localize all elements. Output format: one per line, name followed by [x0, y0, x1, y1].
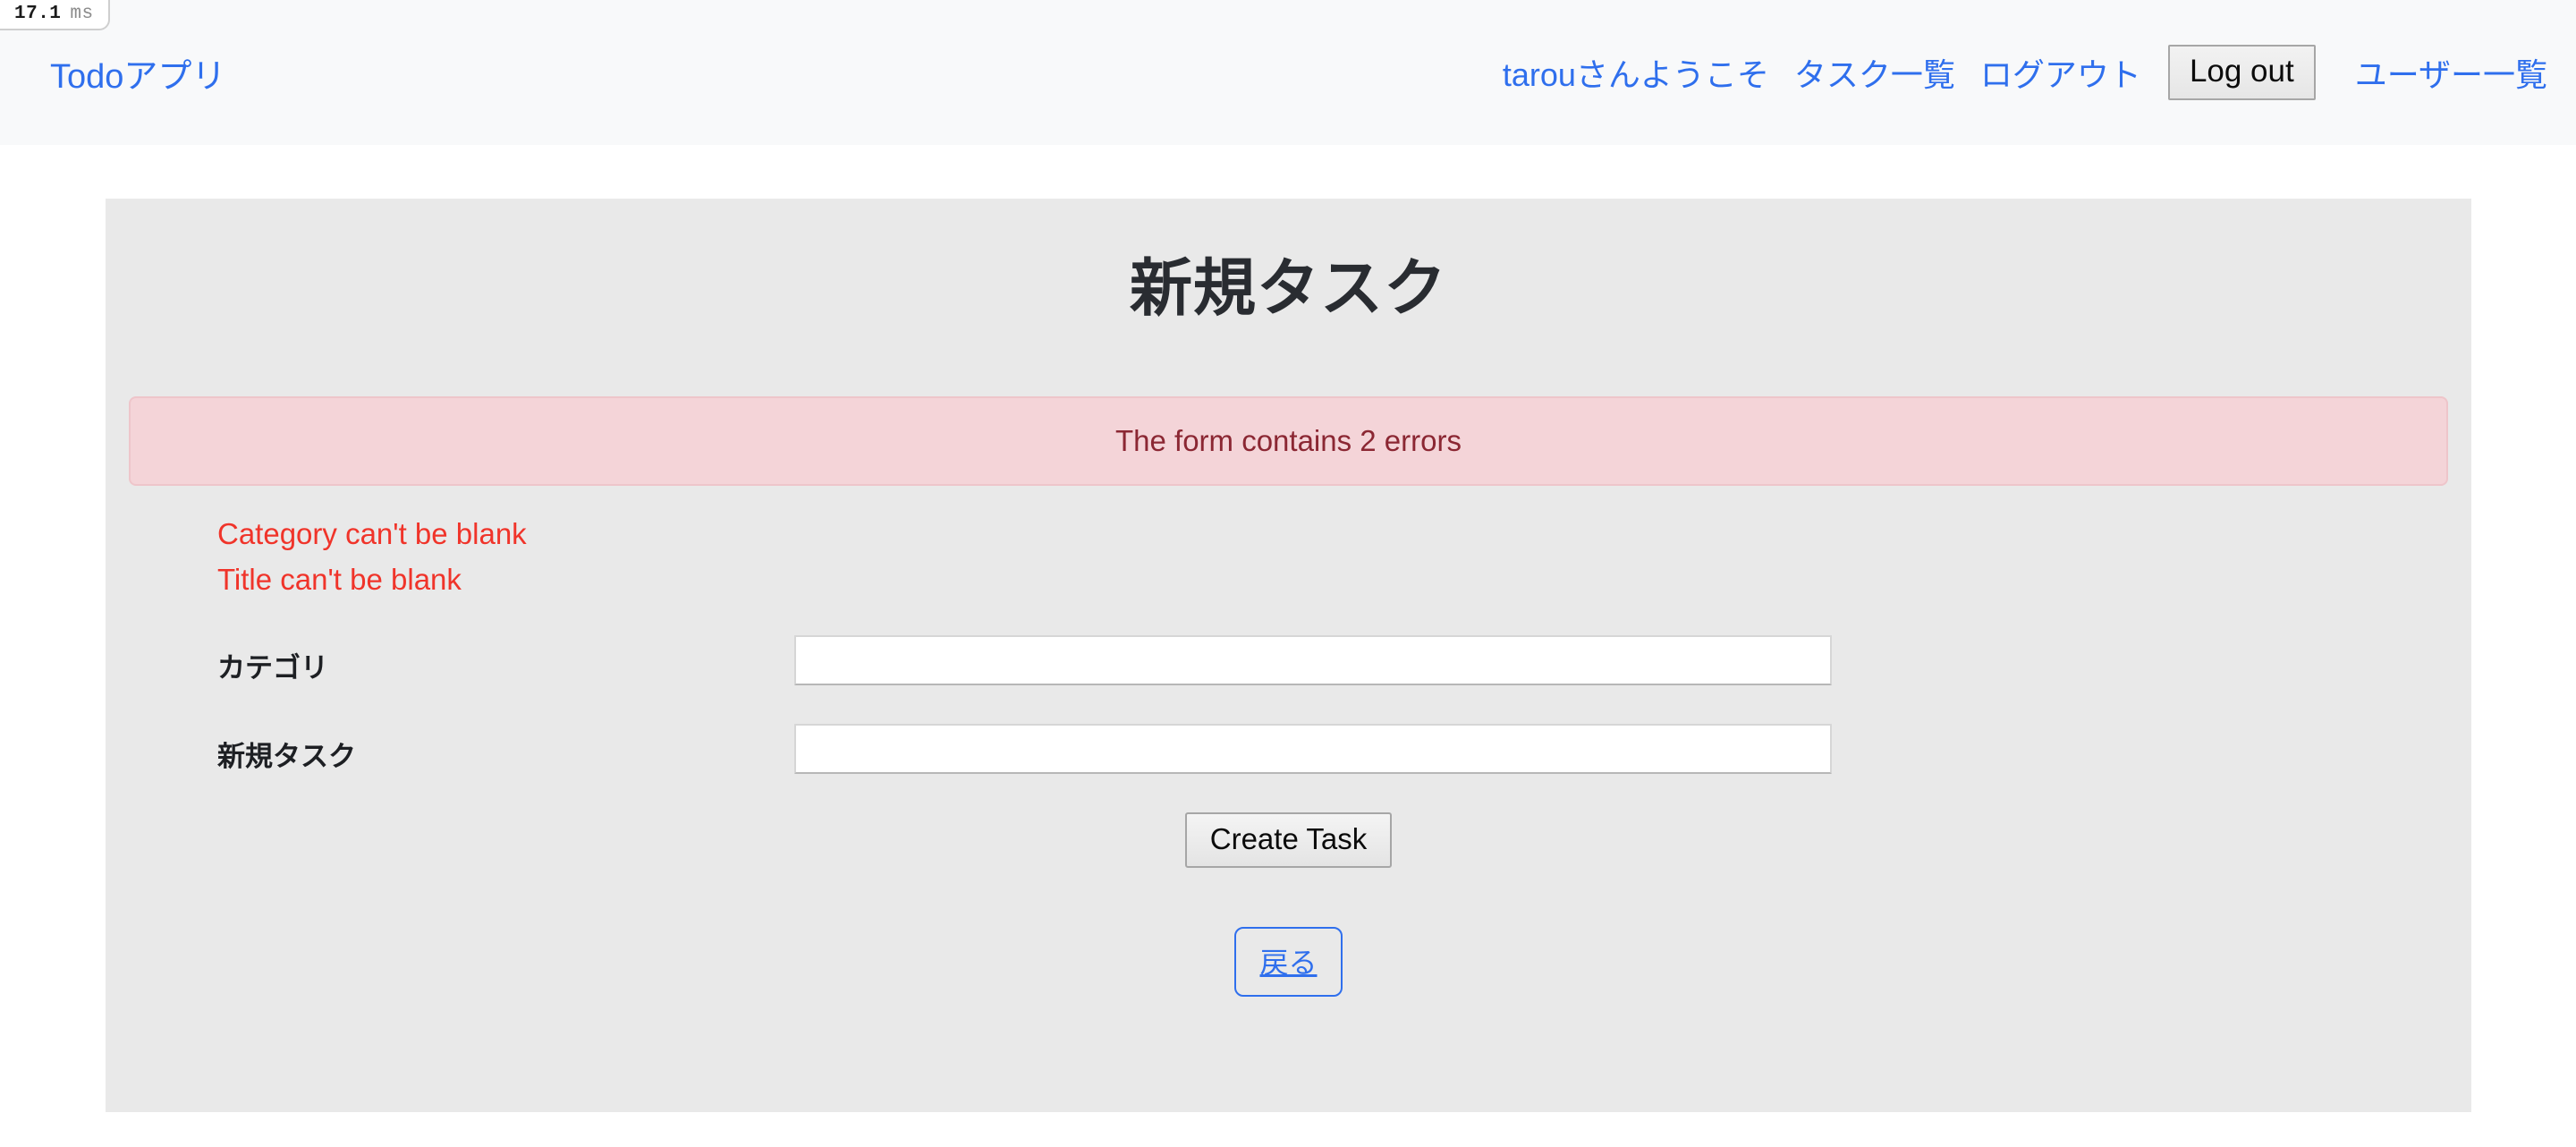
error-message-item: Category can't be blank — [217, 517, 527, 550]
title-input[interactable] — [794, 723, 1832, 774]
category-label: カテゴリ — [217, 651, 328, 684]
content-panel: 新規タスク The form contains 2 errors Categor… — [106, 199, 2471, 1112]
brand-link[interactable]: Todoアプリ — [50, 48, 225, 98]
page-body: 新規タスク The form contains 2 errors Categor… — [0, 145, 2576, 1147]
new-task-form: カテゴリ 新規タスク Create Task — [106, 634, 2471, 869]
form-row-category: カテゴリ — [106, 634, 2471, 685]
nav-link-logout[interactable]: ログアウト — [1980, 49, 2141, 96]
category-input[interactable] — [794, 634, 1832, 685]
submit-row: Create Task — [106, 811, 2471, 869]
navbar-links: tarouさんようこそ タスク一覧 ログアウト Log out ユーザー一覧 — [1503, 44, 2558, 101]
logout-button[interactable]: Log out — [2167, 44, 2316, 101]
performance-badge[interactable]: 17.1 ms — [0, 0, 110, 30]
navbar: Todoアプリ tarouさんようこそ タスク一覧 ログアウト Log out … — [0, 0, 2576, 145]
nav-link-task-list[interactable]: タスク一覧 — [1794, 49, 1955, 96]
form-row-title: 新規タスク — [106, 723, 2471, 774]
error-alert-banner: The form contains 2 errors — [129, 396, 2448, 486]
performance-value: 17.1 — [14, 4, 62, 24]
error-message-list: Category can't be blank Title can't be b… — [106, 511, 2471, 603]
title-label: 新規タスク — [217, 740, 356, 772]
create-task-button[interactable]: Create Task — [1184, 811, 1393, 869]
back-link[interactable]: 戻る — [1259, 947, 1317, 979]
nav-link-user-list[interactable]: ユーザー一覧 — [2355, 49, 2547, 96]
back-row: 戻る — [106, 927, 2471, 998]
back-button-box[interactable]: 戻る — [1234, 927, 1343, 998]
error-alert-text: The form contains 2 errors — [1115, 424, 1462, 457]
error-message-item: Title can't be blank — [217, 563, 462, 597]
nav-link-welcome[interactable]: tarouさんようこそ — [1503, 49, 1769, 96]
performance-unit: ms — [70, 4, 94, 24]
page-title: 新規タスク — [1130, 253, 1447, 323]
